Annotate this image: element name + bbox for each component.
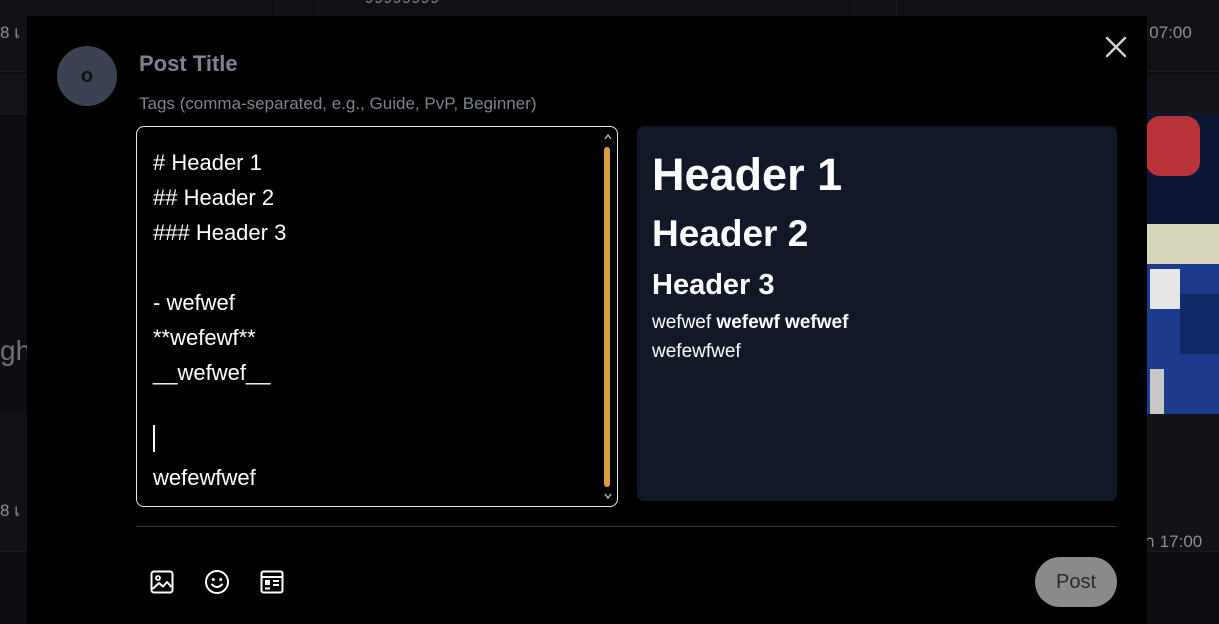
background-divider (276, 0, 277, 16)
close-button[interactable] (1103, 34, 1129, 60)
scroll-down-arrow-icon[interactable] (603, 491, 613, 501)
scrollbar-thumb[interactable] (604, 147, 610, 487)
preview-paragraph: wefewfwef (652, 341, 741, 362)
preview-heading-1: Header 1 (652, 149, 843, 200)
image-icon (150, 570, 174, 594)
post-title-input[interactable] (137, 48, 837, 80)
editor-line: - wefwef (153, 290, 235, 315)
editor-line: __wefwef__ (153, 360, 271, 385)
preview-heading-2: Header 2 (652, 213, 809, 254)
divider (136, 526, 1117, 527)
post-button[interactable]: Post (1035, 557, 1117, 607)
insert-emoji-button[interactable] (203, 568, 231, 596)
background-divider (318, 0, 319, 16)
tags-input[interactable] (137, 92, 837, 116)
markdown-preview: Header 1 Header 2 Header 3 wefwef wefewf… (637, 126, 1117, 501)
background-text: 99999999 (365, 0, 440, 7)
markdown-editor[interactable]: # Header 1 ## Header 2 ### Header 3 - wefwe… (136, 126, 618, 507)
editor-scrollbar[interactable] (601, 129, 615, 504)
background-divider (896, 0, 897, 16)
background-text: 8 เ (0, 501, 20, 520)
scroll-up-arrow-icon[interactable] (603, 132, 613, 142)
insert-template-button[interactable] (258, 568, 286, 596)
close-icon (1105, 36, 1127, 58)
create-post-modal: o # Header 1 ## Header 2 ### Header 3 - wef… (27, 16, 1147, 624)
preview-bold-text: wefewf wefwef (716, 312, 849, 333)
emoji-icon (205, 570, 229, 594)
background-text: 8 เ (0, 23, 20, 42)
avatar: o (57, 46, 117, 106)
preview-text: wefwef (652, 312, 717, 333)
preview-heading-3: Header 3 (652, 269, 775, 301)
preview-paragraph: wefwef wefewf wefwef (652, 308, 1102, 337)
editor-content[interactable]: # Header 1 ## Header 2 ### Header 3 - wefwe… (153, 145, 593, 495)
editor-line: **wefewf** (153, 325, 256, 350)
background-divider (854, 0, 855, 16)
editor-line: # Header 1 (153, 150, 262, 175)
text-caret (153, 425, 155, 452)
template-icon (260, 570, 284, 594)
editor-line: wefewfwef (153, 465, 256, 490)
editor-line: ## Header 2 (153, 185, 275, 210)
avatar-initial: o (80, 64, 94, 87)
insert-image-button[interactable] (148, 568, 176, 596)
background-thumbnail (1140, 114, 1219, 414)
editor-line: ### Header 3 (153, 220, 287, 245)
